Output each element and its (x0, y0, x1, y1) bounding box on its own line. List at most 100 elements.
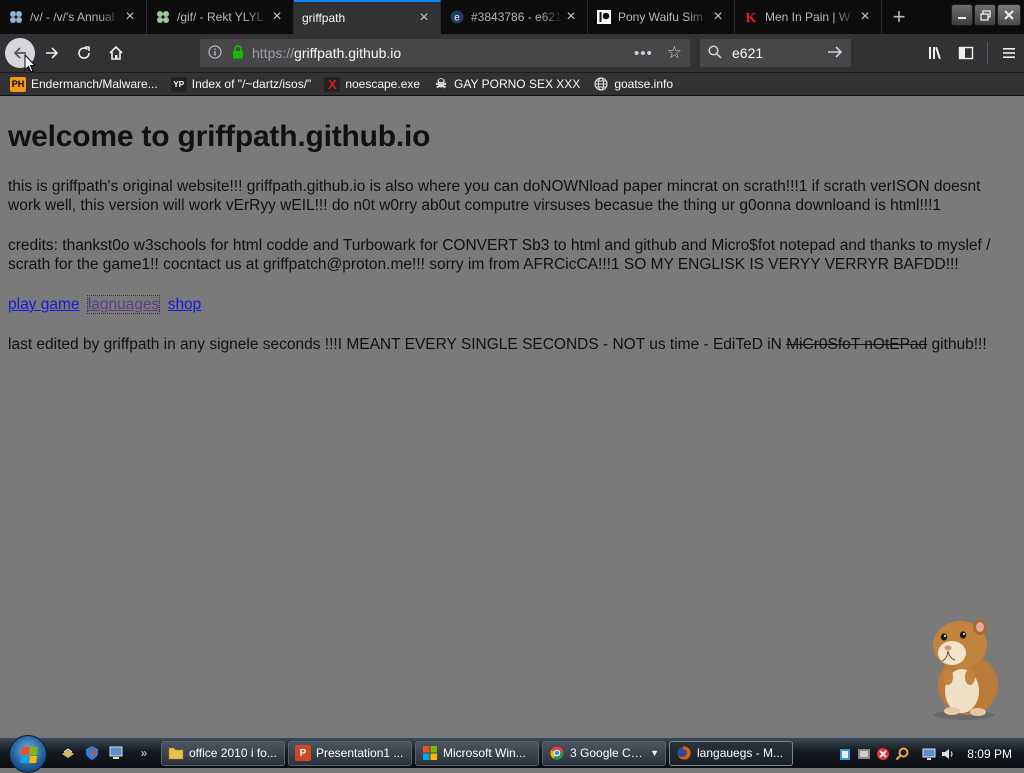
restore-button[interactable] (974, 4, 996, 26)
close-tab-icon[interactable]: × (857, 9, 873, 25)
system-tray: 8:09 PM (837, 738, 1024, 769)
sidebar-icon (958, 46, 974, 60)
mouse-cursor-icon (24, 54, 36, 73)
bookmark-gay-porno[interactable]: ☠ GAY PORNO SEX XXX (433, 76, 580, 92)
search-input[interactable]: e621 (732, 45, 827, 61)
url-bar[interactable]: https:// griffpath.github.io ••• ☆ (200, 39, 690, 67)
chrome-icon (549, 745, 565, 761)
tab-title: /v/ - /v/'s Annual (30, 10, 115, 24)
taskbar-item-firefox[interactable]: langauegs - M... (669, 740, 793, 766)
tray-app-icon[interactable] (837, 746, 853, 762)
pornhub-icon: PH (10, 76, 26, 92)
tray-search-icon[interactable] (894, 746, 910, 762)
tab-v-annual[interactable]: /v/ - /v/'s Annual × (0, 0, 147, 34)
bookmark-dartz-isos[interactable]: YP Index of "/~dartz/isos/" (170, 76, 311, 92)
taskbar: » office 2010 i fo... P Presentation1 ..… (0, 735, 1024, 773)
reload-button[interactable] (69, 38, 99, 68)
tray-network-icon[interactable] (856, 746, 872, 762)
tray-monitor-icon[interactable] (921, 746, 937, 762)
page-heading: welcome to griffpath.github.io (8, 120, 431, 153)
network-shield-icon[interactable] (83, 744, 101, 762)
taskbar-item-microsoft-win[interactable]: Microsoft Win... (415, 740, 539, 766)
home-icon (109, 45, 123, 60)
tab-griffpath[interactable]: griffpath × (294, 0, 441, 34)
tumblr-icon: K (743, 9, 759, 25)
close-tab-icon[interactable]: × (122, 9, 138, 25)
show-desktop-icon[interactable] (59, 744, 77, 762)
forward-arrow-icon (46, 47, 59, 59)
last-edited-suffix: github!!! (927, 336, 987, 353)
sidebar-button[interactable] (951, 38, 981, 68)
computer-icon[interactable] (107, 744, 125, 762)
clock[interactable]: 8:09 PM (967, 747, 1012, 761)
bookmark-star-icon[interactable]: ☆ (667, 43, 682, 63)
last-edited-paragraph: last edited by griffpath in any signele … (8, 335, 1016, 354)
bookmark-endermanch[interactable]: PH Endermanch/Malware... (10, 76, 158, 92)
patreon-icon (596, 9, 612, 25)
bookmark-label: noescape.exe (345, 77, 421, 91)
e621-icon: e (449, 9, 465, 25)
svg-text:K: K (746, 11, 757, 24)
shop-link[interactable]: shop (168, 296, 202, 313)
library-button[interactable] (921, 38, 951, 68)
tab-title: Men In Pain | W (765, 10, 851, 24)
home-button[interactable] (101, 38, 131, 68)
window-controls (951, 0, 1024, 34)
forward-button[interactable] (37, 38, 67, 68)
x-icon: X (324, 76, 341, 92)
taskbar-item-google-chrome[interactable]: 3 Google Chr... ▼ (542, 740, 666, 766)
intro-paragraph: this is griffpath's original website!!! … (8, 178, 981, 214)
taskbar-item-label: office 2010 i fo... (189, 746, 277, 760)
nav-links: play game lagnuages shop (8, 295, 1016, 314)
url-host: griffpath.github.io (294, 45, 402, 61)
toolbar-separator (987, 42, 988, 64)
quick-launch: » (59, 744, 153, 762)
bookmark-goatse[interactable]: goatse.info (593, 77, 673, 92)
taskbar-item-label: 3 Google Chr... (570, 746, 649, 760)
new-tab-button[interactable]: + (882, 0, 916, 34)
toolbar-right (921, 38, 1024, 68)
bookmark-noescape[interactable]: X noescape.exe (324, 76, 421, 92)
windows-icon (422, 745, 438, 761)
last-edited-strikethrough: MiCr0SfoT nOtEPad (786, 336, 928, 353)
play-game-link[interactable]: play game (8, 296, 80, 313)
library-icon (929, 46, 941, 60)
search-bar[interactable]: e621 (700, 39, 851, 67)
folder-icon (168, 745, 184, 761)
taskbar-item-label: langauegs - M... (697, 746, 784, 760)
tab-men-in-pain[interactable]: K Men In Pain | W × (735, 0, 882, 34)
quick-launch-more-icon[interactable]: » (135, 744, 153, 762)
clover-icon (155, 9, 171, 25)
page-actions-icon[interactable]: ••• (634, 45, 653, 62)
close-tab-icon[interactable]: × (710, 9, 726, 25)
tab-title: #3843786 - e621 (471, 10, 562, 24)
info-icon[interactable] (208, 44, 226, 62)
tab-gif-ylyl[interactable]: /gif/ - Rekt YLYL × (147, 0, 294, 34)
taskbar-item-label: Microsoft Win... (443, 746, 526, 760)
lock-icon[interactable] (232, 44, 244, 62)
globe-icon (593, 77, 609, 92)
tab-e621[interactable]: e #3843786 - e621 × (441, 0, 588, 34)
youporn-icon: YP (170, 76, 187, 92)
taskbar-item-office-folder[interactable]: office 2010 i fo... (161, 740, 285, 766)
tab-pony-waifu[interactable]: Pony Waifu Sim × (588, 0, 735, 34)
volume-icon[interactable] (940, 746, 956, 762)
close-window-button[interactable] (997, 4, 1021, 26)
taskbar-item-presentation[interactable]: P Presentation1 ... (288, 740, 412, 766)
tray-error-icon[interactable] (875, 746, 891, 762)
languages-link[interactable]: lagnuages (86, 295, 161, 314)
url-protocol: https:// (252, 45, 295, 61)
minimize-button[interactable] (951, 4, 973, 26)
group-dropdown-icon[interactable]: ▼ (650, 748, 659, 758)
navigation-toolbar: https:// griffpath.github.io ••• ☆ e621 (0, 34, 1024, 72)
hamster-mascot[interactable] (922, 615, 1006, 721)
start-button[interactable] (9, 735, 47, 773)
tab-strip: /v/ - /v/'s Annual × /gif/ - Rekt YLYL ×… (0, 0, 1024, 34)
close-tab-icon[interactable]: × (416, 10, 432, 26)
page-content: welcome to griffpath.github.io this is g… (0, 97, 1024, 737)
menu-button[interactable] (994, 38, 1024, 68)
taskbar-buttons: office 2010 i fo... P Presentation1 ... … (161, 740, 793, 766)
search-go-icon[interactable] (827, 43, 843, 64)
close-tab-icon[interactable]: × (269, 9, 285, 25)
close-tab-icon[interactable]: × (563, 9, 579, 25)
